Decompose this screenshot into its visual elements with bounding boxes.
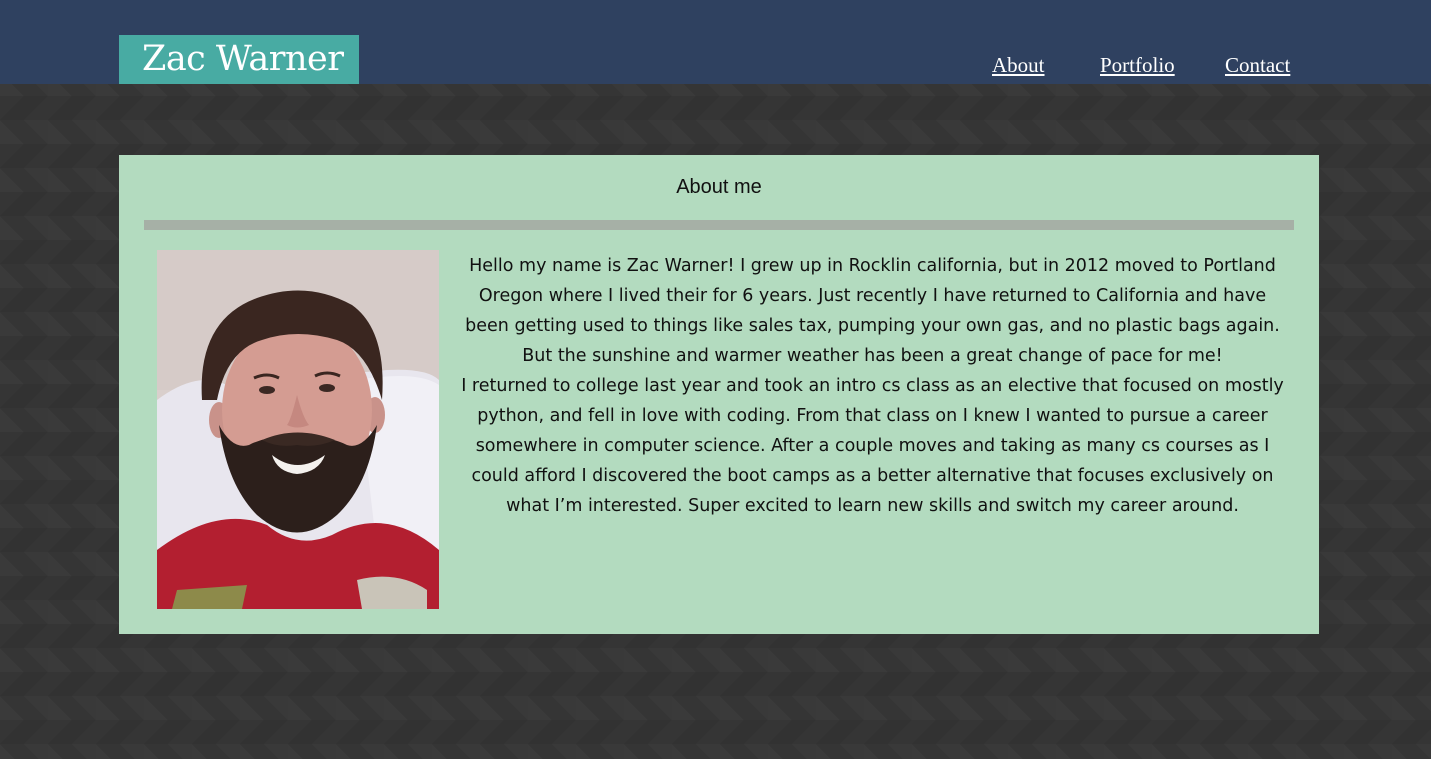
nav-link-about[interactable]: About bbox=[992, 53, 1045, 78]
about-bio: Hello my name is Zac Warner! I grew up i… bbox=[461, 251, 1284, 521]
site-header: Zac Warner About Portfolio Contact bbox=[0, 0, 1431, 84]
brand-name[interactable]: Zac Warner bbox=[142, 31, 359, 87]
nav-link-contact[interactable]: Contact bbox=[1225, 53, 1290, 78]
about-panel: About me Hello my name is Zac Warner! I … bbox=[119, 155, 1319, 634]
bio-paragraph: Hello my name is Zac Warner! I grew up i… bbox=[465, 256, 1280, 366]
about-title: About me bbox=[676, 176, 762, 198]
bio-paragraph: I returned to college last year and took… bbox=[461, 376, 1284, 516]
profile-photo bbox=[157, 250, 439, 609]
brand-logo[interactable]: Zac Warner bbox=[119, 35, 359, 84]
nav-link-portfolio[interactable]: Portfolio bbox=[1100, 53, 1175, 78]
section-divider bbox=[144, 220, 1294, 230]
